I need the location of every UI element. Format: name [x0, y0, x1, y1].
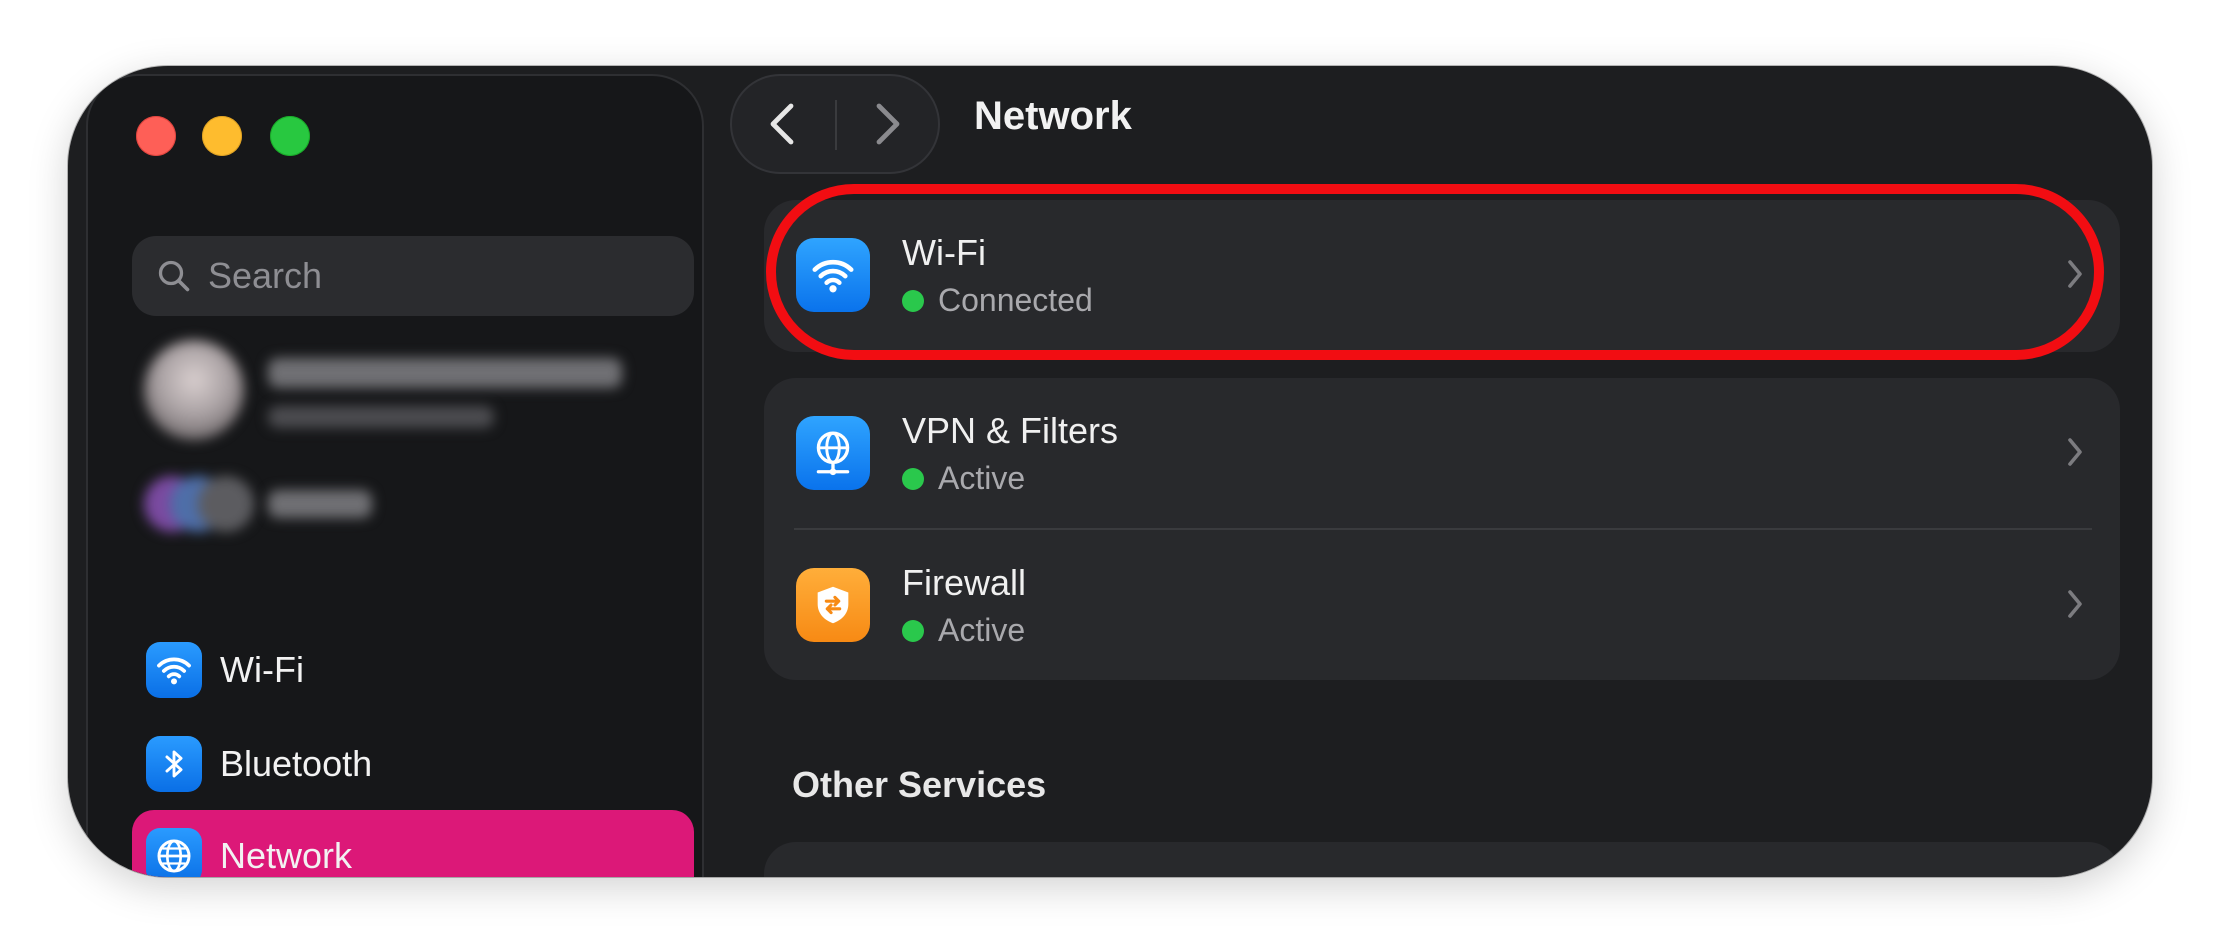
- other-services-card: [764, 842, 2120, 877]
- firewall-shield-icon: [796, 568, 870, 642]
- settings-window: Search Wi-Fi Bluetooth Network Network W…: [68, 66, 2152, 877]
- status-text: Active: [938, 612, 1026, 648]
- status-dot: [902, 289, 924, 312]
- section-title-other-services: Other Services: [792, 764, 1047, 805]
- back-button[interactable]: [732, 76, 832, 172]
- bluetooth-icon: [146, 736, 202, 792]
- service-title: Wi-Fi: [902, 232, 986, 273]
- service-row-wifi[interactable]: Wi-Fi Connected: [764, 200, 2120, 352]
- service-status: Connected: [902, 282, 1093, 319]
- sidebar-item-bluetooth[interactable]: Bluetooth: [132, 718, 694, 810]
- chevron-left-icon: [770, 103, 794, 145]
- wifi-card: Wi-Fi Connected: [764, 200, 2120, 352]
- service-title: Firewall: [902, 562, 1027, 603]
- service-row-firewall[interactable]: Firewall Active: [764, 530, 2120, 682]
- family-avatars[interactable]: [144, 476, 254, 532]
- wifi-icon: [146, 642, 202, 698]
- history-nav: [730, 74, 940, 174]
- account-avatar[interactable]: [144, 340, 244, 440]
- status-text: Active: [938, 460, 1026, 496]
- chevron-right-icon: [2068, 438, 2082, 466]
- services-card: VPN & Filters Active Firewall Active: [764, 378, 2120, 680]
- search-icon: [158, 260, 190, 292]
- service-row-vpn[interactable]: VPN & Filters Active: [764, 378, 2120, 530]
- status-text: Connected: [938, 282, 1093, 318]
- vpn-globe-icon: [796, 416, 870, 490]
- status-dot: [902, 619, 924, 642]
- sidebar-item-label: Wi-Fi: [220, 649, 304, 690]
- nav-separator: [835, 100, 837, 150]
- zoom-button[interactable]: [270, 116, 310, 156]
- sidebar: Search Wi-Fi Bluetooth Network: [86, 74, 704, 877]
- forward-button[interactable]: [838, 76, 938, 172]
- search-placeholder: Search: [208, 255, 323, 296]
- sidebar-item-wifi[interactable]: Wi-Fi: [132, 624, 694, 716]
- status-dot: [902, 467, 924, 490]
- service-status: Active: [902, 460, 1025, 497]
- chevron-right-icon: [2068, 260, 2082, 288]
- chevron-right-icon: [876, 103, 900, 145]
- wifi-icon: [796, 238, 870, 312]
- sidebar-item-label: Bluetooth: [220, 743, 373, 784]
- chevron-right-icon: [2068, 590, 2082, 618]
- family-label-blurred: [268, 490, 372, 518]
- sidebar-item-network[interactable]: Network: [132, 810, 694, 877]
- account-subtitle-blurred: [268, 406, 494, 428]
- page-title: Network: [974, 94, 1132, 138]
- globe-icon: [146, 828, 202, 877]
- sidebar-item-label: Network: [220, 835, 353, 876]
- minimize-button[interactable]: [202, 116, 242, 156]
- search-field[interactable]: Search: [132, 236, 694, 316]
- service-title: VPN & Filters: [902, 410, 1119, 451]
- close-button[interactable]: [136, 116, 176, 156]
- account-name-blurred: [268, 358, 622, 388]
- service-status: Active: [902, 612, 1025, 649]
